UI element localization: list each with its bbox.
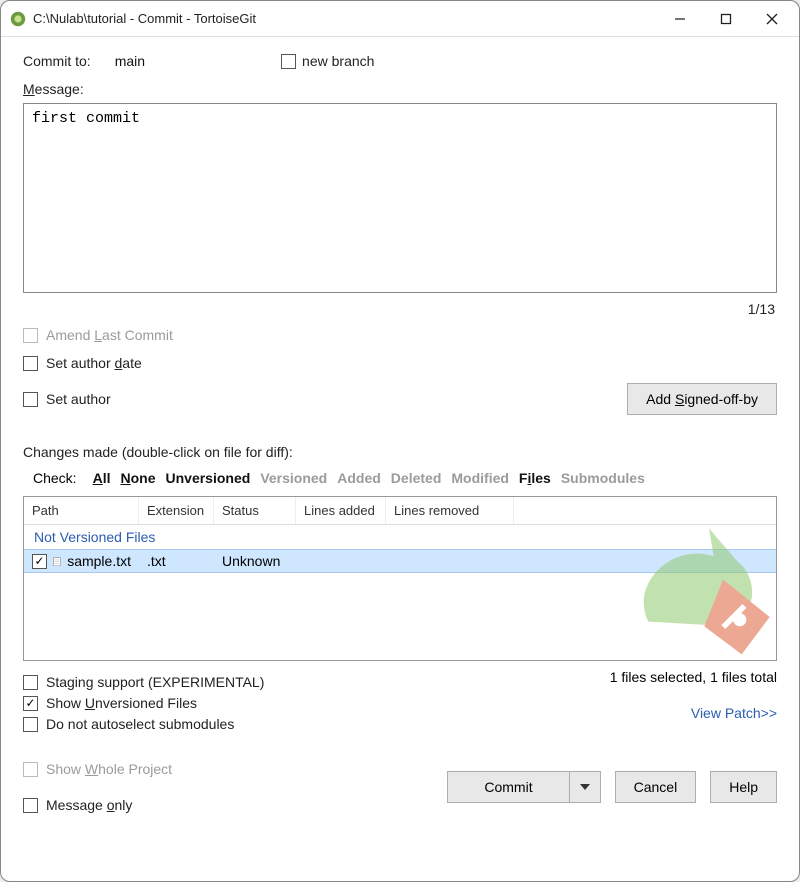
- col-path[interactable]: Path: [24, 497, 139, 524]
- whole-project-label: Show Whole Project: [46, 761, 172, 777]
- message-label: Message:: [23, 81, 777, 97]
- whole-project-check-icon: [23, 762, 38, 777]
- file-lines-added: [296, 558, 386, 564]
- message-only-check-icon: [23, 798, 38, 813]
- file-status: Unknown: [214, 550, 296, 572]
- help-button[interactable]: Help: [710, 771, 777, 803]
- titlebar: C:\Nulab\tutorial - Commit - TortoiseGit: [1, 1, 799, 37]
- commit-to-label: Commit to:: [23, 53, 91, 69]
- file-ext: .txt: [139, 550, 214, 572]
- message-charcount: 1/13: [23, 301, 775, 317]
- changes-made-label: Changes made (double-click on file for d…: [23, 444, 777, 460]
- file-lines-removed: [386, 558, 514, 564]
- commit-split-button[interactable]: Commit: [447, 771, 600, 803]
- commit-to-row: Commit to: main new branch: [23, 51, 777, 71]
- minimize-button[interactable]: [657, 4, 703, 34]
- file-icon: [53, 553, 61, 569]
- maximize-button[interactable]: [703, 4, 749, 34]
- amend-check-icon: [23, 328, 38, 343]
- commit-dialog: C:\Nulab\tutorial - Commit - TortoiseGit…: [0, 0, 800, 882]
- file-name: sample.txt: [67, 553, 131, 569]
- cancel-button[interactable]: Cancel: [615, 771, 697, 803]
- filter-all[interactable]: All: [93, 470, 111, 486]
- tortoisegit-icon: [9, 10, 27, 28]
- filter-files[interactable]: Files: [519, 470, 551, 486]
- show-unversioned-label: Show Unversioned Files: [46, 695, 197, 711]
- col-ext[interactable]: Extension: [139, 497, 214, 524]
- branch-name[interactable]: main: [109, 51, 151, 71]
- col-lines-added[interactable]: Lines added: [296, 497, 386, 524]
- filter-modified[interactable]: Modified: [451, 470, 509, 486]
- set-author-date-checkbox[interactable]: Set author date: [23, 355, 777, 371]
- show-whole-project-checkbox: Show Whole Project: [23, 761, 172, 777]
- filter-versioned[interactable]: Versioned: [260, 470, 327, 486]
- close-button[interactable]: [749, 4, 795, 34]
- filter-unversioned[interactable]: Unversioned: [166, 470, 251, 486]
- show-unversioned-check-icon: [23, 696, 38, 711]
- author-date-check-icon: [23, 356, 38, 371]
- window-title: C:\Nulab\tutorial - Commit - TortoiseGit: [33, 11, 657, 26]
- dialog-body: Commit to: main new branch Message: 1/13…: [1, 37, 799, 881]
- commit-button[interactable]: Commit: [448, 772, 569, 802]
- staging-check-icon: [23, 675, 38, 690]
- filter-none[interactable]: None: [120, 470, 155, 486]
- no-autoselect-check-icon: [23, 717, 38, 732]
- message-only-checkbox[interactable]: Message only: [23, 797, 172, 813]
- file-check-icon[interactable]: [32, 554, 47, 569]
- author-check-icon: [23, 392, 38, 407]
- no-autoselect-label: Do not autoselect submodules: [46, 716, 234, 732]
- filter-added[interactable]: Added: [337, 470, 381, 486]
- filter-submodules[interactable]: Submodules: [561, 470, 645, 486]
- new-branch-check-icon: [281, 54, 296, 69]
- file-list[interactable]: Path Extension Status Lines added Lines …: [23, 496, 777, 661]
- new-branch-checkbox[interactable]: new branch: [281, 53, 374, 69]
- commit-message-input[interactable]: [23, 103, 777, 293]
- amend-checkbox: Amend Last Commit: [23, 327, 777, 343]
- show-unversioned-checkbox[interactable]: Show Unversioned Files: [23, 695, 264, 711]
- options-right: 1 files selected, 1 files total View Pat…: [610, 669, 777, 721]
- view-patch-link[interactable]: View Patch>>: [691, 705, 777, 721]
- col-status[interactable]: Status: [214, 497, 296, 524]
- add-signed-off-by-button[interactable]: Add Signed-off-by: [627, 383, 777, 415]
- new-branch-label: new branch: [302, 53, 374, 69]
- col-lines-removed[interactable]: Lines removed: [386, 497, 514, 524]
- staging-support-checkbox[interactable]: Staging support (EXPERIMENTAL): [23, 674, 264, 690]
- set-author-checkbox[interactable]: Set author: [23, 391, 111, 407]
- selection-summary: 1 files selected, 1 files total: [610, 669, 777, 685]
- author-date-label: Set author date: [46, 355, 142, 371]
- file-list-header: Path Extension Status Lines added Lines …: [24, 497, 776, 525]
- author-label: Set author: [46, 391, 111, 407]
- no-autoselect-submodules-checkbox[interactable]: Do not autoselect submodules: [23, 716, 264, 732]
- commit-dropdown-button[interactable]: [570, 772, 600, 802]
- options-left: Staging support (EXPERIMENTAL) Show Unve…: [23, 669, 264, 737]
- message-only-label: Message only: [46, 797, 132, 813]
- check-filter-bar: Check: All None Unversioned Versioned Ad…: [23, 470, 777, 486]
- staging-label: Staging support (EXPERIMENTAL): [46, 674, 264, 690]
- amend-label: Amend Last Commit: [46, 327, 173, 343]
- filter-deleted[interactable]: Deleted: [391, 470, 442, 486]
- group-not-versioned[interactable]: Not Versioned Files: [24, 525, 776, 549]
- check-label: Check:: [33, 470, 77, 486]
- file-row[interactable]: sample.txt .txt Unknown: [24, 549, 776, 573]
